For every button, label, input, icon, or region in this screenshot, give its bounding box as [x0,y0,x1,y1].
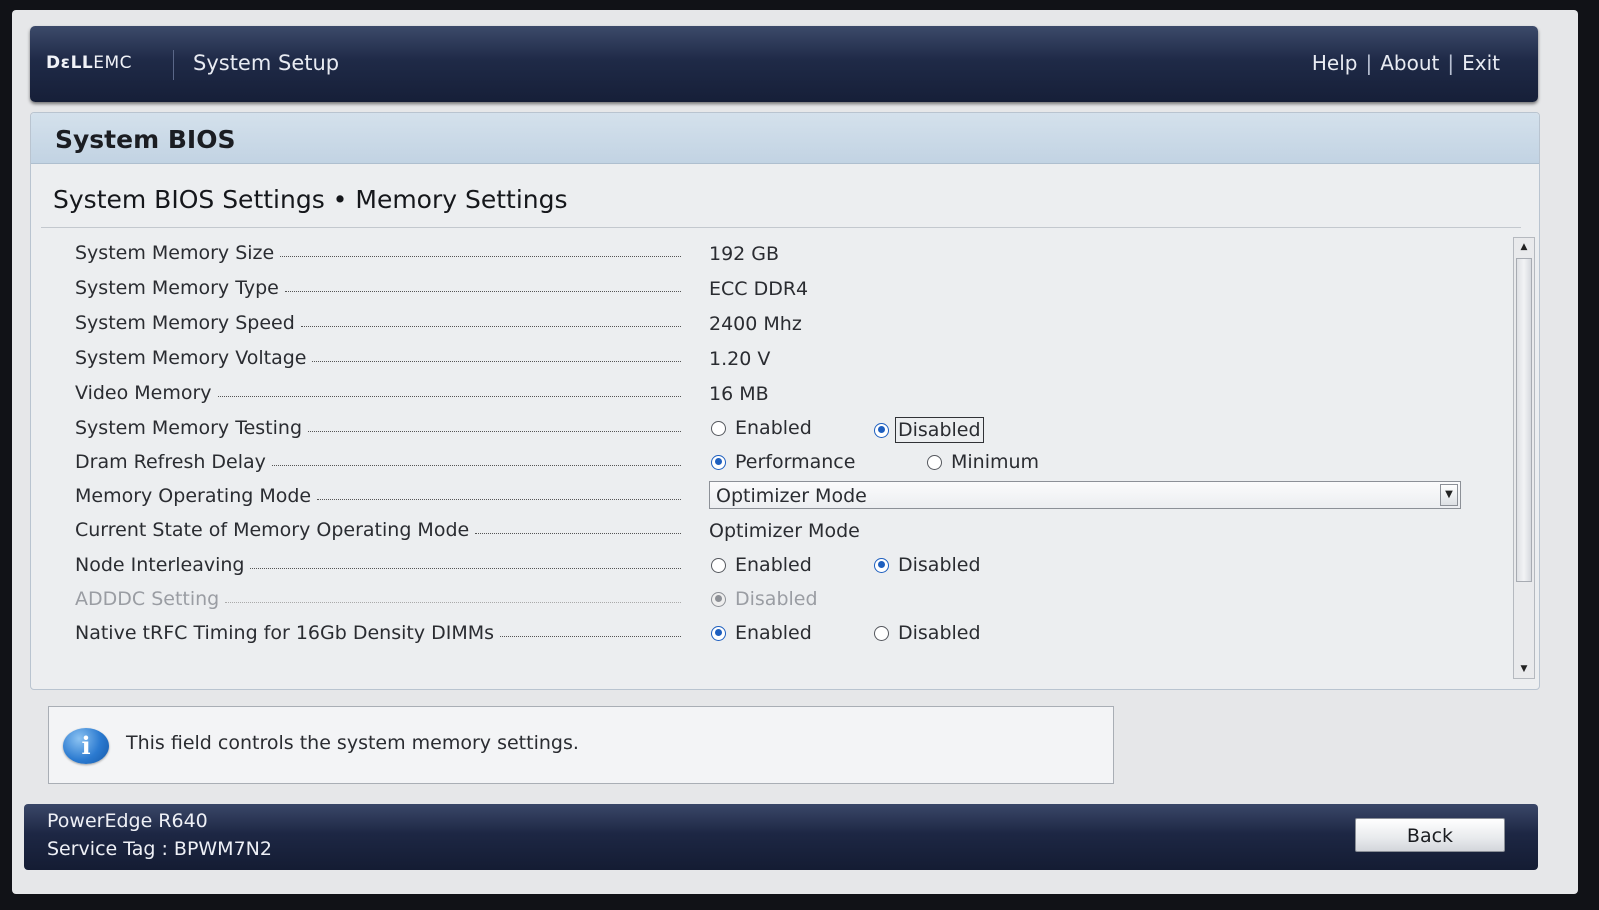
radio-button[interactable] [874,625,889,641]
row-system-memory-voltage[interactable]: System Memory Voltage 1.20 V [31,342,1511,376]
setting-label: Node Interleaving [75,554,681,576]
radio-button-selected[interactable] [874,422,889,438]
setting-label: Video Memory [75,382,681,404]
row-current-memory-operating-mode[interactable]: Current State of Memory Operating Mode O… [31,514,1511,548]
settings-panel: System BIOS System BIOS Settings • Memor… [30,112,1540,690]
radio-button[interactable] [711,420,726,436]
about-link[interactable]: About [1380,51,1439,75]
radio-button-selected [711,591,726,607]
memory-operating-mode-select[interactable]: Optimizer Mode ▼ [709,481,1461,509]
row-system-memory-speed[interactable]: System Memory Speed 2400 Mhz [31,307,1511,341]
setting-value: Optimizer Mode [709,520,860,542]
app-title: System Setup [193,51,340,75]
node-interleaving-enabled-radio[interactable]: Enabled [711,554,812,576]
scroll-thumb[interactable] [1516,258,1532,582]
back-button[interactable]: Back [1355,818,1505,852]
header-divider [173,50,174,80]
help-text: This field controls the system memory se… [126,732,579,754]
adddc-disabled-radio: Disabled [711,588,818,610]
setting-label: Native tRFC Timing for 16Gb Density DIMM… [75,622,681,644]
radio-button-selected[interactable] [711,454,726,470]
setting-value: 1.20 V [709,348,771,370]
setting-label: System Memory Speed [75,312,681,334]
setting-label: System Memory Voltage [75,347,681,369]
row-system-memory-type[interactable]: System Memory Type ECC DDR4 [31,272,1511,306]
chevron-down-icon[interactable]: ▼ [1440,484,1458,506]
panel-header: System BIOS [31,113,1539,164]
dram-refresh-performance-radio[interactable]: Performance [711,451,855,473]
radio-button[interactable] [711,557,726,573]
native-trfc-enabled-radio[interactable]: Enabled [711,622,812,644]
settings-list: System Memory Size 192 GB System Memory … [31,233,1511,683]
radio-button-selected[interactable] [711,625,726,641]
row-memory-operating-mode: Memory Operating Mode Optimizer Mode ▼ [31,480,1511,514]
link-separator: | [1365,51,1373,75]
setting-label: ADDDC Setting [75,588,681,610]
row-adddc-setting: ADDDC Setting Disabled [31,583,1511,617]
bios-screen: DɛLLEMC System Setup Help | About | Exit Sys… [12,10,1578,894]
memory-testing-enabled-radio[interactable]: Enabled [711,417,812,439]
help-box: i This field controls the system memory … [48,706,1114,784]
scroll-up-arrow-icon[interactable]: ▲ [1514,238,1534,256]
node-interleaving-disabled-radio[interactable]: Disabled [874,554,981,576]
memory-testing-disabled-radio[interactable]: Disabled [874,417,984,443]
row-native-trfc-timing: Native tRFC Timing for 16Gb Density DIMM… [31,617,1511,651]
scrollbar[interactable]: ▲ ▼ [1513,237,1535,679]
select-value: Optimizer Mode [716,485,867,507]
divider [41,227,1521,228]
service-tag: Service Tag : BPWM7N2 [47,838,272,860]
footer-bar: PowerEdge R640 Service Tag : BPWM7N2 Bac… [24,804,1538,870]
setting-label: System Memory Testing [75,417,681,439]
dram-refresh-minimum-radio[interactable]: Minimum [927,451,1039,473]
setting-label: System Memory Type [75,277,681,299]
row-node-interleaving: Node Interleaving Enabled Disabled [31,549,1511,583]
setting-value: 192 GB [709,243,780,265]
exit-link[interactable]: Exit [1462,51,1500,75]
radio-button[interactable] [927,454,942,470]
setting-label: Memory Operating Mode [75,485,681,507]
scroll-down-arrow-icon[interactable]: ▼ [1514,660,1534,678]
native-trfc-disabled-radio[interactable]: Disabled [874,622,981,644]
row-system-memory-size[interactable]: System Memory Size 192 GB [31,237,1511,271]
link-separator: | [1447,51,1455,75]
header-links: Help | About | Exit [1312,51,1500,75]
info-icon: i [63,728,109,764]
setting-value: 2400 Mhz [709,313,802,335]
breadcrumb: System BIOS Settings • Memory Settings [53,185,568,214]
header-bar: DɛLLEMC System Setup Help | About | Exit [30,26,1538,102]
row-video-memory[interactable]: Video Memory 16 MB [31,377,1511,411]
row-system-memory-testing: System Memory Testing Enabled Disabled [31,412,1511,446]
setting-value: 16 MB [709,383,769,405]
setting-value: ECC DDR4 [709,278,809,300]
dell-emc-logo: DɛLLEMC [46,53,133,73]
row-dram-refresh-delay: Dram Refresh Delay Performance Minimum [31,446,1511,480]
system-model: PowerEdge R640 [47,810,208,832]
setting-label: Dram Refresh Delay [75,451,681,473]
page-title: System BIOS [55,125,236,154]
radio-button-selected[interactable] [874,557,889,573]
help-link[interactable]: Help [1312,51,1358,75]
setting-label: System Memory Size [75,242,681,264]
setting-label: Current State of Memory Operating Mode [75,519,681,541]
